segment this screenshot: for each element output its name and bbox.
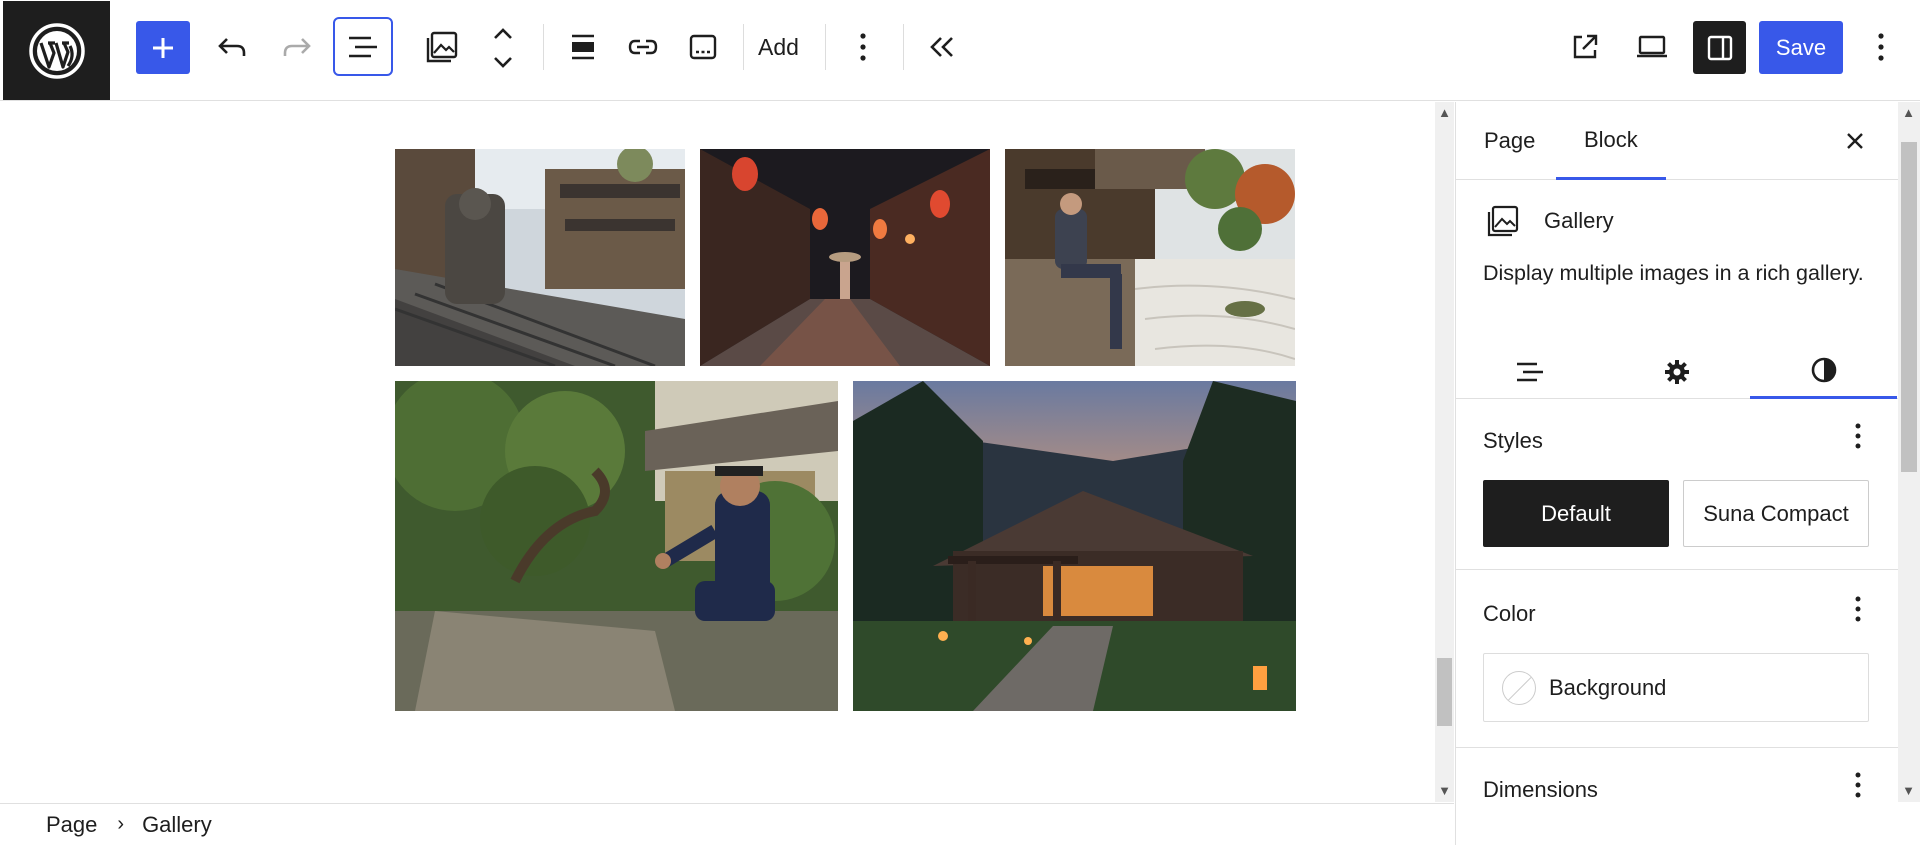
style-variations: Default Suna Compact — [1483, 480, 1873, 547]
sidebar-scrollbar-thumb[interactable] — [1901, 142, 1917, 472]
list-view-icon — [1516, 362, 1543, 381]
sidebar-tabs: Page Block — [1456, 102, 1898, 180]
chevron-right-icon: › — [117, 813, 125, 835]
color-panel-title: Color — [1483, 601, 1536, 626]
scroll-up-icon[interactable]: ▲ — [1438, 106, 1451, 119]
style-suna-compact-button[interactable]: Suna Compact — [1683, 480, 1869, 547]
chevron-up-down-icon — [494, 28, 512, 68]
link-icon — [628, 39, 658, 55]
gallery-image-temple-roof[interactable] — [395, 149, 685, 366]
align-button[interactable] — [561, 24, 605, 70]
background-color-button[interactable]: Background — [1483, 653, 1869, 722]
toolbar-divider — [543, 24, 544, 70]
tab-settings[interactable] — [1603, 344, 1750, 399]
wordpress-logo-icon — [28, 22, 85, 79]
toolbar-divider — [825, 24, 826, 70]
undo-button[interactable] — [211, 24, 253, 70]
chevron-double-left-icon — [930, 37, 953, 57]
block-type-button[interactable] — [420, 22, 464, 72]
toolbar-divider — [743, 24, 744, 70]
close-icon — [1847, 133, 1863, 149]
move-block-buttons[interactable] — [486, 18, 520, 78]
canvas-scrollbar[interactable]: ▲ ▼ — [1435, 102, 1454, 802]
more-vertical-icon — [1855, 423, 1861, 449]
wordpress-logo-button[interactable] — [3, 1, 110, 100]
editor-canvas — [0, 102, 1435, 802]
preview-device-button[interactable] — [1628, 24, 1676, 70]
collapse-toolbar-button[interactable] — [922, 24, 962, 70]
empty-swatch-icon — [1502, 670, 1536, 705]
gallery-image-bonsai-gardener[interactable] — [395, 381, 838, 711]
dimensions-panel: Dimensions — [1456, 749, 1898, 845]
breadcrumb-item-page[interactable]: Page — [46, 812, 97, 838]
redo-button[interactable] — [276, 24, 318, 70]
style-default-button[interactable]: Default — [1483, 480, 1669, 547]
options-menu-button[interactable] — [1868, 24, 1894, 70]
settings-sidebar-toggle[interactable] — [1693, 21, 1746, 74]
external-link-icon — [1573, 34, 1598, 59]
scroll-down-icon[interactable]: ▼ — [1902, 784, 1915, 797]
scroll-down-icon[interactable]: ▼ — [1438, 784, 1451, 797]
styles-options-button[interactable] — [1848, 418, 1868, 454]
block-options-button[interactable] — [850, 24, 876, 70]
align-wide-icon — [572, 34, 594, 60]
color-options-button[interactable] — [1848, 591, 1868, 627]
breadcrumb-item-gallery[interactable]: Gallery — [142, 812, 212, 838]
canvas-scrollbar-thumb[interactable] — [1437, 658, 1452, 726]
tab-list-view[interactable] — [1456, 344, 1603, 399]
editor-toolbar: Add Save — [0, 0, 1920, 101]
scroll-up-icon[interactable]: ▲ — [1902, 106, 1915, 119]
dimensions-panel-title: Dimensions — [1483, 777, 1598, 802]
more-vertical-icon — [1855, 596, 1861, 622]
dimensions-options-button[interactable] — [1848, 767, 1868, 803]
toolbar-divider — [903, 24, 904, 70]
block-name: Gallery — [1544, 208, 1614, 233]
caption-button[interactable] — [681, 24, 725, 70]
contrast-icon — [1811, 357, 1836, 383]
gallery-icon — [426, 31, 458, 63]
view-page-button[interactable] — [1563, 24, 1607, 70]
more-vertical-icon — [860, 33, 866, 61]
gallery-image-lantern-street[interactable] — [700, 149, 990, 366]
block-title: Gallery — [1486, 204, 1614, 238]
gallery-image-shrine-dusk[interactable] — [853, 381, 1296, 711]
undo-icon — [218, 38, 246, 56]
more-vertical-icon — [1878, 33, 1884, 61]
sidebar-scrollbar[interactable]: ▲ ▼ — [1898, 102, 1920, 802]
document-overview-button[interactable] — [333, 17, 393, 76]
more-vertical-icon — [1855, 772, 1861, 798]
redo-icon — [283, 38, 311, 56]
sidebar-icon — [1707, 35, 1732, 60]
close-sidebar-button[interactable] — [1838, 124, 1872, 158]
tab-styles[interactable] — [1750, 344, 1897, 399]
link-button[interactable] — [621, 24, 665, 70]
block-breadcrumb: Page › Gallery — [0, 803, 1454, 845]
list-view-icon — [349, 36, 377, 57]
gear-icon — [1664, 359, 1689, 384]
tab-block[interactable]: Block — [1556, 102, 1666, 180]
block-inspector-tabs — [1456, 344, 1898, 399]
add-block-button[interactable] — [136, 21, 190, 74]
styles-panel: Styles Default Suna Compact — [1456, 400, 1898, 570]
plus-icon — [153, 37, 173, 58]
block-description: Display multiple images in a rich galler… — [1483, 261, 1864, 285]
settings-sidebar: Page Block Gallery Display multiple imag… — [1455, 102, 1898, 845]
caption-icon — [689, 34, 717, 60]
gallery-icon — [1487, 205, 1519, 237]
color-panel: Color Background — [1456, 571, 1898, 748]
styles-panel-title: Styles — [1483, 428, 1543, 453]
add-images-button[interactable]: Add — [758, 26, 799, 68]
background-color-label: Background — [1549, 674, 1667, 700]
save-button[interactable]: Save — [1759, 21, 1843, 74]
gallery-image-zen-garden[interactable] — [1005, 149, 1295, 366]
desktop-icon — [1637, 35, 1667, 58]
tab-page[interactable]: Page — [1484, 102, 1535, 180]
